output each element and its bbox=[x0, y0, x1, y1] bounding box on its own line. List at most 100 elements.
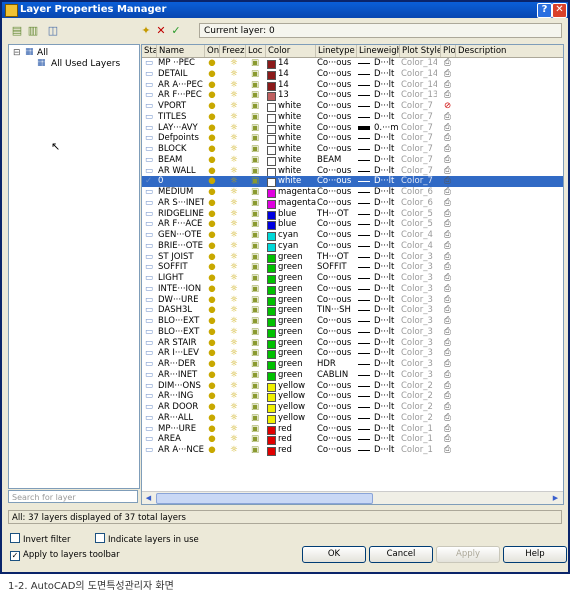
sun-thaw-icon[interactable]: ☼ bbox=[230, 241, 238, 252]
layer-linetype[interactable]: Co···ous bbox=[317, 58, 355, 69]
tree-expander[interactable]: ⊟ bbox=[13, 48, 21, 59]
layer-lineweight[interactable]: D···lt bbox=[374, 273, 404, 284]
unlock-icon[interactable]: ▣ bbox=[251, 58, 259, 69]
lightbulb-on-icon[interactable]: ● bbox=[208, 273, 216, 284]
layer-linetype[interactable]: Co···ous bbox=[317, 241, 355, 252]
filter-tree[interactable]: ⊟ ▦ All ▦ All Used Layers ↖ bbox=[8, 44, 140, 489]
color-swatch[interactable] bbox=[267, 285, 276, 295]
layer-row[interactable]: ▭ RIDGELINE ● ☼ ▣ blue TH···OT D···lt Color_5 ⎙ bbox=[142, 209, 563, 220]
color-swatch[interactable] bbox=[267, 361, 276, 370]
sun-thaw-icon[interactable]: ☼ bbox=[230, 316, 238, 327]
lightbulb-on-icon[interactable]: ● bbox=[208, 413, 216, 424]
unlock-icon[interactable]: ▣ bbox=[251, 413, 259, 424]
printer-icon[interactable]: ⎙ bbox=[444, 133, 452, 144]
unlock-icon[interactable]: ▣ bbox=[251, 381, 259, 392]
color-swatch[interactable] bbox=[267, 221, 276, 231]
layer-linetype[interactable]: Co···ous bbox=[317, 144, 355, 155]
layer-row[interactable]: ▭ BLOCK ● ☼ ▣ white Co···ous D···lt Color_7 ⎙ bbox=[142, 144, 563, 155]
color-swatch[interactable] bbox=[267, 447, 276, 456]
column-header-color[interactable]: Color bbox=[266, 45, 316, 57]
layer-linetype[interactable]: Co···ous bbox=[317, 69, 355, 80]
lightbulb-on-icon[interactable]: ● bbox=[208, 359, 216, 370]
layer-linetype[interactable]: CABLIN bbox=[317, 370, 355, 381]
layer-row[interactable]: ▭ AR F···PEC ● ☼ ▣ 13 Co···ous D···lt Color_13 ⎙ bbox=[142, 90, 563, 102]
lightbulb-on-icon[interactable]: ● bbox=[208, 176, 216, 187]
layer-lineweight[interactable]: D···lt bbox=[374, 252, 404, 263]
color-swatch[interactable] bbox=[267, 189, 276, 198]
sun-thaw-icon[interactable]: ☼ bbox=[230, 166, 238, 177]
layer-lineweight[interactable]: D···lt bbox=[374, 230, 404, 241]
layer-name[interactable]: DETAIL bbox=[158, 69, 204, 80]
lightbulb-on-icon[interactable]: ● bbox=[208, 155, 216, 166]
layer-color-name[interactable]: green bbox=[278, 252, 320, 263]
sun-thaw-icon[interactable]: ☼ bbox=[230, 155, 238, 166]
layer-color-name[interactable]: green bbox=[278, 327, 320, 338]
layer-color-name[interactable]: white bbox=[278, 101, 320, 112]
layer-linetype[interactable]: Co···ous bbox=[317, 112, 355, 123]
layer-color-name[interactable]: yellow bbox=[278, 391, 320, 402]
layer-lineweight[interactable]: D···lt bbox=[374, 241, 404, 252]
sun-thaw-icon[interactable]: ☼ bbox=[230, 80, 238, 91]
lightbulb-on-icon[interactable]: ● bbox=[208, 381, 216, 392]
layer-color-name[interactable]: yellow bbox=[278, 413, 320, 424]
unlock-icon[interactable]: ▣ bbox=[251, 370, 259, 381]
sun-thaw-icon[interactable]: ☼ bbox=[230, 402, 238, 413]
unlock-icon[interactable]: ▣ bbox=[251, 424, 259, 435]
color-swatch[interactable] bbox=[267, 124, 276, 134]
unlock-icon[interactable]: ▣ bbox=[251, 112, 259, 123]
layer-color-name[interactable]: green bbox=[278, 338, 320, 349]
layer-row[interactable]: ▭ AR WALL ● ☼ ▣ white Co···ous D···lt Color_7 ⎙ bbox=[142, 166, 563, 177]
unlock-icon[interactable]: ▣ bbox=[251, 198, 259, 209]
scrollbar-thumb[interactable] bbox=[156, 493, 373, 504]
color-swatch[interactable] bbox=[267, 60, 276, 69]
layer-lineweight[interactable]: D···lt bbox=[374, 166, 404, 177]
sun-thaw-icon[interactable]: ☼ bbox=[230, 219, 238, 230]
color-swatch[interactable] bbox=[267, 436, 276, 446]
indicate-layers-checkbox[interactable]: Indicate layers in use bbox=[95, 533, 199, 546]
unlock-icon[interactable]: ▣ bbox=[251, 295, 259, 306]
layer-name[interactable]: AR S···INET bbox=[158, 198, 204, 209]
layer-linetype[interactable]: HDR bbox=[317, 359, 355, 370]
printer-icon[interactable]: ⎙ bbox=[444, 219, 452, 230]
layer-states-manager-icon[interactable]: ◫ bbox=[46, 24, 60, 37]
layer-lineweight[interactable]: D···lt bbox=[374, 305, 404, 316]
layer-color-name[interactable]: green bbox=[278, 305, 320, 316]
layer-lineweight[interactable]: D···lt bbox=[374, 187, 404, 198]
unlock-icon[interactable]: ▣ bbox=[251, 316, 259, 327]
layer-color-name[interactable]: white bbox=[278, 123, 320, 134]
color-swatch[interactable] bbox=[267, 307, 276, 317]
layer-name[interactable]: LAY···AVY bbox=[158, 123, 204, 134]
layer-lineweight[interactable]: D···lt bbox=[374, 402, 404, 413]
layer-linetype[interactable]: Co···ous bbox=[317, 133, 355, 144]
layer-row[interactable]: ▭ AR···ALL ● ☼ ▣ yellow Co···ous D···lt Color_2 ⎙ bbox=[142, 413, 563, 424]
column-header-lineweight[interactable]: Lineweight bbox=[357, 45, 400, 57]
lightbulb-on-icon[interactable]: ● bbox=[208, 198, 216, 209]
sun-thaw-icon[interactable]: ☼ bbox=[230, 230, 238, 241]
layer-color-name[interactable]: green bbox=[278, 262, 320, 273]
printer-icon[interactable]: ⎙ bbox=[444, 252, 452, 263]
layer-name[interactable]: AREA bbox=[158, 434, 204, 445]
printer-icon[interactable]: ⎙ bbox=[444, 166, 452, 177]
layer-name[interactable]: MEDIUM bbox=[158, 187, 204, 198]
sun-thaw-icon[interactable]: ☼ bbox=[230, 273, 238, 284]
layer-row[interactable]: ▭ AR A···NCE ● ☼ ▣ red Co···ous D···lt Color_1 ⎙ bbox=[142, 445, 563, 456]
layer-name[interactable]: 0 bbox=[158, 176, 204, 187]
layer-name[interactable]: AR F···ACE bbox=[158, 219, 204, 230]
column-header-plot-style[interactable]: Plot Style bbox=[400, 45, 441, 57]
sun-thaw-icon[interactable]: ☼ bbox=[230, 176, 238, 187]
checkbox-checked-box[interactable]: ✓ bbox=[10, 551, 20, 561]
printer-icon[interactable]: ⎙ bbox=[444, 209, 452, 220]
layer-linetype[interactable]: Co···ous bbox=[317, 327, 355, 338]
color-swatch[interactable] bbox=[267, 414, 276, 424]
layer-name[interactable]: DW···URE bbox=[158, 295, 204, 306]
layer-color-name[interactable]: red bbox=[278, 434, 320, 445]
layer-lineweight[interactable]: D···lt bbox=[374, 90, 404, 101]
layer-color-name[interactable]: cyan bbox=[278, 241, 320, 252]
layer-color-name[interactable]: green bbox=[278, 359, 320, 370]
sun-thaw-icon[interactable]: ☼ bbox=[230, 327, 238, 338]
layer-lineweight[interactable]: D···lt bbox=[374, 348, 404, 359]
color-swatch[interactable] bbox=[267, 318, 276, 327]
layer-row[interactable]: ▭ AR A···PEC ● ☼ ▣ 14 Co···ous D···lt Color_14 ⎙ bbox=[142, 80, 563, 91]
apply-button[interactable]: Apply bbox=[436, 546, 500, 563]
unlock-icon[interactable]: ▣ bbox=[251, 166, 259, 177]
